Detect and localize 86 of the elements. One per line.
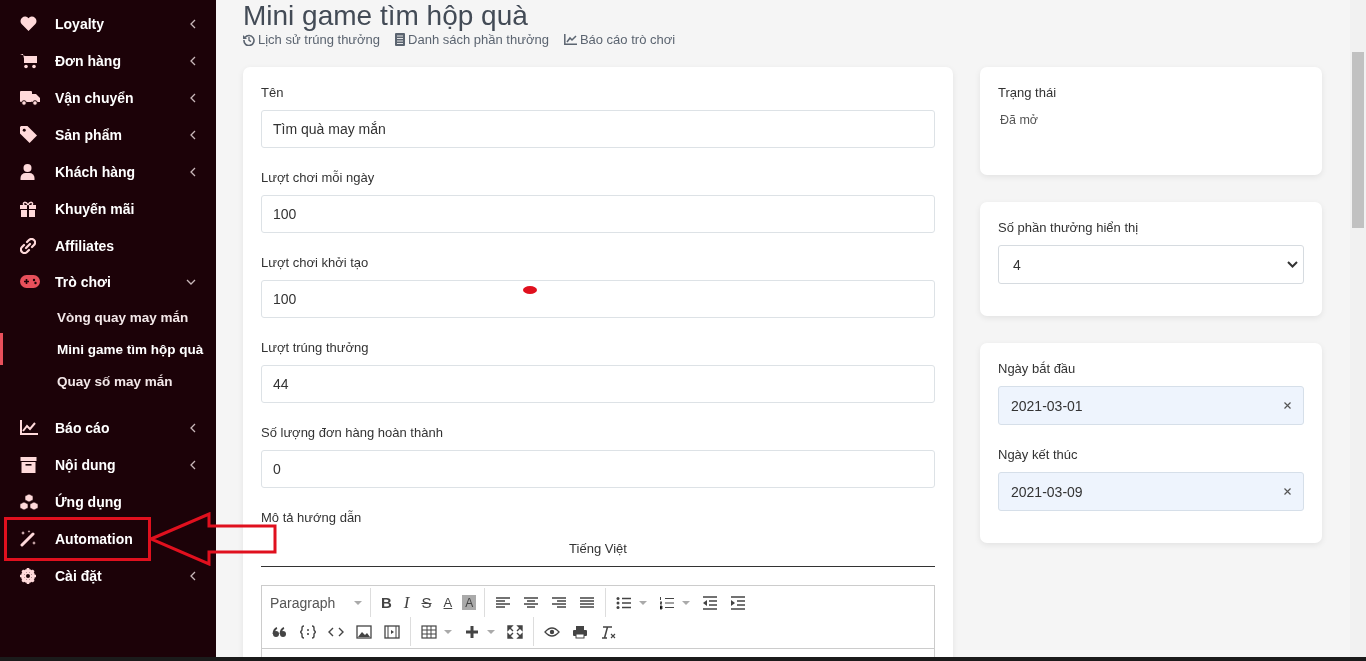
date-field[interactable]: 2021-03-01 xyxy=(998,386,1304,425)
bullet-list-icon xyxy=(616,595,633,610)
input-field[interactable]: 100 xyxy=(261,280,935,318)
caret-icon xyxy=(487,629,495,634)
gift-icon xyxy=(20,200,36,217)
annotation-dot xyxy=(523,286,537,294)
chart-icon xyxy=(20,420,38,435)
heart-icon xyxy=(20,16,37,31)
field-label: Lượt chơi khởi tạo xyxy=(261,255,370,270)
user-icon xyxy=(20,163,35,180)
status-value: Đã mở xyxy=(1000,113,1040,127)
magic-wand-icon xyxy=(20,530,37,547)
clear-icon[interactable] xyxy=(1284,488,1291,495)
select-field[interactable]: 4 xyxy=(998,245,1304,284)
archive-icon xyxy=(20,456,37,473)
sidebar-item[interactable]: Ứng dụng xyxy=(0,483,216,520)
chevron-left-icon xyxy=(190,570,196,581)
cart-icon xyxy=(20,52,38,69)
sidebar-item[interactable]: Affiliates xyxy=(0,227,216,264)
list-icon xyxy=(395,33,406,46)
input-field[interactable]: 44 xyxy=(261,365,935,403)
scrollbar-thumb[interactable] xyxy=(1352,52,1364,228)
truck-icon xyxy=(20,89,40,106)
chevron-left-icon xyxy=(190,55,196,66)
settings-icon xyxy=(20,567,36,584)
gamepad-icon xyxy=(20,275,40,288)
page-link[interactable]: Báo cáo trò chơi xyxy=(563,32,676,47)
sidebar-item[interactable]: Cài đặt xyxy=(0,557,216,594)
text-color-button[interactable]: A xyxy=(437,590,459,615)
chart-icon xyxy=(563,34,577,45)
input-field[interactable]: Tìm quà may mắn xyxy=(261,110,935,148)
chevron-left-icon xyxy=(190,422,196,433)
chevron-down-icon xyxy=(1287,261,1298,268)
plus-icon xyxy=(464,624,480,639)
clear-icon[interactable] xyxy=(1284,402,1291,409)
sidebar-item[interactable]: Loyalty xyxy=(0,5,216,42)
field-label: Ngày kết thúc xyxy=(998,447,1079,462)
background-color-button[interactable]: A xyxy=(462,595,477,610)
sidebar-item[interactable]: Khuyến mãi xyxy=(0,190,216,227)
input-field[interactable]: 100 xyxy=(261,195,935,233)
field-label: Mô tả hướng dẫn xyxy=(261,510,363,525)
page-link[interactable]: Lịch sử trúng thưởng xyxy=(243,32,381,47)
submenu-item[interactable]: Quay số may mắn xyxy=(0,365,216,397)
format-button[interactable]: I xyxy=(397,590,416,615)
history-icon xyxy=(243,33,255,46)
caret-icon xyxy=(682,600,691,605)
language-tab[interactable]: Tiếng Việt xyxy=(569,541,627,556)
chevron-left-icon xyxy=(190,129,196,140)
cubes-icon xyxy=(20,493,38,510)
field-label: Lượt trúng thưởng xyxy=(261,340,370,355)
sidebar-item[interactable]: Vận chuyển xyxy=(0,79,216,116)
field-label: Tên xyxy=(261,85,285,100)
field-label: Số phần thưởng hiển thị xyxy=(998,220,1140,235)
sidebar-item[interactable]: Đơn hàng xyxy=(0,42,216,79)
sidebar-item[interactable]: Trò chơi xyxy=(0,264,216,299)
numbered-list-icon xyxy=(659,595,676,610)
sidebar-item[interactable]: Nội dung xyxy=(0,446,216,483)
caret-icon xyxy=(354,600,362,605)
submenu-item[interactable]: Vòng quay may mắn xyxy=(0,301,216,333)
page-link[interactable]: Danh sách phần thưởng xyxy=(395,32,549,47)
date-field[interactable]: 2021-03-09 xyxy=(998,472,1304,511)
chevron-left-icon xyxy=(190,18,196,29)
format-button[interactable]: S xyxy=(415,590,438,615)
chevron-left-icon xyxy=(190,459,196,470)
table-icon xyxy=(421,624,437,639)
sidebar-item[interactable]: Khách hàng xyxy=(0,153,216,190)
sidebar-item[interactable]: Automation xyxy=(0,520,216,557)
field-label: Lượt chơi mỗi ngày xyxy=(261,170,376,185)
field-label: Trạng thái xyxy=(998,85,1058,100)
scrollbar[interactable] xyxy=(1350,0,1366,657)
sidebar-item[interactable]: Sản phẩm xyxy=(0,116,216,153)
chevron-left-icon xyxy=(190,166,196,177)
field-label: Số lượng đơn hàng hoàn thành xyxy=(261,425,444,440)
page-title: Mini game tìm hộp quà xyxy=(243,0,529,32)
paragraph-format-dropdown[interactable]: Paragraph xyxy=(266,594,366,611)
caret-icon xyxy=(444,629,452,634)
format-button[interactable]: B xyxy=(375,590,398,615)
chevron-left-icon xyxy=(190,92,196,103)
tag-icon xyxy=(20,126,37,143)
submenu-item[interactable]: Mini game tìm hộp quà xyxy=(0,333,216,365)
link-icon xyxy=(20,237,36,254)
chevron-down-icon xyxy=(186,278,196,285)
caret-icon xyxy=(639,600,648,605)
input-field[interactable]: 0 xyxy=(261,450,935,488)
field-label: Ngày bắt đầu xyxy=(998,361,1077,376)
sidebar-item[interactable]: Báo cáo xyxy=(0,409,216,446)
